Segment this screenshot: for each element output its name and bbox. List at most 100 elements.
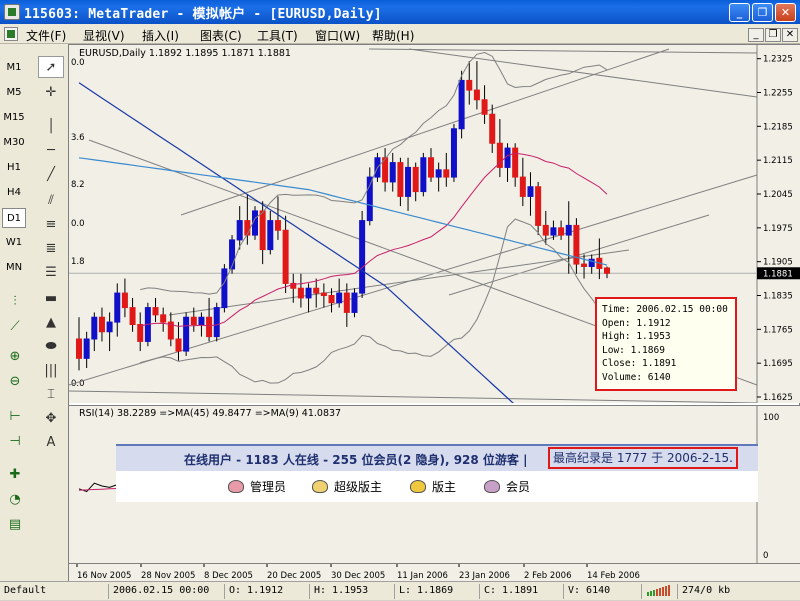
timeframe-h1[interactable]: H1 — [2, 158, 26, 178]
candle-body — [190, 316, 197, 325]
maximize-button[interactable]: ❐ — [752, 3, 773, 22]
timeframe-mn[interactable]: MN — [2, 258, 26, 278]
candle-body — [274, 220, 281, 231]
candle-body — [221, 268, 228, 309]
candle-body — [259, 210, 266, 251]
periods-clock-icon[interactable]: ◔ — [2, 489, 28, 511]
current-price-label: 1.1881 — [763, 269, 793, 279]
zoom-in-icon[interactable]: ⊕ — [2, 346, 28, 368]
timeframe-d1[interactable]: D1 — [2, 208, 26, 228]
candle-tooltip: Time: 2006.02.15 00:00 Open: 1.1912 High… — [595, 297, 737, 391]
bar-chart-icon[interactable]: ⫶ — [2, 291, 28, 313]
tooltip-high: High: 1.1953 — [602, 331, 671, 342]
price-pane[interactable]: 1.2325 1.2255 1.2185 1.2115 1.2045 1.1975 1.19… — [68, 45, 800, 490]
indicators-icon[interactable]: ✚ — [2, 464, 28, 486]
timeframe-w1[interactable]: W1 — [2, 233, 26, 253]
trend-line — [168, 249, 630, 316]
candle-body — [405, 166, 412, 197]
app-icon — [4, 4, 20, 20]
rsi-header: RSI(14) 38.2289 =>MA(45) 49.8477 =>MA(9)… — [79, 408, 342, 419]
menu-file[interactable]: 文件(F) — [26, 27, 66, 44]
minimize-button[interactable]: _ — [729, 3, 750, 22]
status-open: O: 1.1912 — [224, 584, 283, 599]
price-tick-label: 1.1765 — [763, 325, 793, 335]
crosshair-tool-icon[interactable]: ✛ — [38, 82, 64, 104]
timeframe-m1[interactable]: M1 — [2, 58, 26, 78]
mdi-minimize-button[interactable]: _ — [748, 28, 764, 42]
candle-body — [76, 338, 82, 359]
horizontal-line-icon[interactable]: ─ — [38, 140, 64, 162]
chart-shift-icon[interactable]: ⊢ — [2, 406, 28, 428]
vertical-line-icon[interactable]: │ — [38, 116, 64, 138]
connection-bars-icon — [641, 584, 677, 599]
left-toolbar: M1 M5 M15 M30 H1 H4 D1 W1 MN ➚ ✛ │ ─ ╱ ⫽… — [0, 44, 68, 581]
triangle-icon[interactable]: ▲ — [38, 312, 64, 334]
status-high: H: 1.1953 — [309, 584, 368, 599]
menu-help[interactable]: 帮助(H) — [372, 27, 414, 44]
timeframe-h4[interactable]: H4 — [2, 183, 26, 203]
date-tick-label: 20 Dec 2005 — [267, 571, 321, 581]
rectangle-icon[interactable] — [38, 265, 64, 287]
cursor-tool-icon[interactable]: ➚ — [38, 56, 64, 78]
candle-body — [389, 162, 396, 183]
rectangle-shape-icon[interactable]: ▬ — [38, 288, 64, 310]
rsi-tick-label: 0 — [763, 551, 768, 561]
date-tick-label: 30 Dec 2005 — [331, 571, 385, 581]
mod-group-icon — [410, 480, 426, 493]
timeframe-m5[interactable]: M5 — [2, 83, 26, 103]
fibo-level-label: 3.6 — [71, 133, 85, 143]
candle-body — [535, 186, 542, 226]
timeframe-m15[interactable]: M15 — [2, 108, 26, 128]
ma-lightblue-series — [78, 157, 608, 266]
date-tick-label: 28 Nov 2005 — [141, 571, 195, 581]
menu-view[interactable]: 显视(V) — [83, 27, 125, 44]
candle-body — [343, 292, 350, 313]
arrows-icon[interactable]: ✥ — [38, 408, 64, 430]
candle-body — [542, 224, 549, 236]
auto-scroll-icon[interactable]: ⊣ — [2, 431, 28, 453]
cycle-lines-icon[interactable]: ||| — [38, 360, 64, 382]
status-time: 2006.02.15 00:00 — [108, 584, 209, 599]
zoom-out-icon[interactable]: ⊖ — [2, 371, 28, 393]
candle-body — [412, 166, 419, 193]
price-tick-label: 1.2045 — [763, 190, 793, 200]
date-tick-label: 14 Feb 2006 — [587, 571, 640, 581]
close-button[interactable]: ✕ — [775, 3, 796, 22]
online-users-bar: 在线用户 - 1183 人在线 - 255 位会员(2 隐身), 928 位游客… — [116, 444, 758, 471]
mdi-restore-button[interactable]: ❐ — [765, 28, 781, 42]
channel-icon[interactable]: ⫽ — [38, 190, 64, 212]
group-member: 会员 — [484, 478, 530, 495]
line-chart-icon[interactable]: ⟋ — [2, 316, 28, 338]
menu-charts[interactable]: 图表(C) — [200, 27, 242, 44]
ellipse-icon[interactable]: ⬬ — [38, 336, 64, 358]
templates-icon[interactable]: ▤ — [2, 514, 28, 536]
rsi-axis-area — [757, 406, 800, 564]
menu-insert[interactable]: 插入(I) — [142, 27, 179, 44]
candle-body — [313, 287, 320, 294]
chart-header: EURUSD,Daily 1.1892 1.1895 1.1871 1.1881 — [79, 48, 291, 59]
group-super-mod-label: 超级版主 — [334, 480, 383, 494]
text-tool-icon[interactable]: A — [38, 432, 64, 454]
status-close: C: 1.1891 — [479, 584, 538, 599]
user-groups-legend: 管理员 超级版主 版主 会员 — [216, 476, 758, 498]
chart-window-icon[interactable] — [4, 27, 18, 41]
menu-tools[interactable]: 工具(T) — [257, 27, 298, 44]
candle-body — [581, 263, 588, 267]
menu-window[interactable]: 窗口(W) — [315, 27, 360, 44]
gann-fan-icon[interactable]: ≡ — [38, 214, 64, 236]
candle-body — [512, 147, 519, 178]
mdi-close-button[interactable]: ✕ — [782, 28, 798, 42]
tooltip-open: Open: 1.1912 — [602, 317, 671, 329]
candle-body — [129, 307, 136, 326]
timeframe-m30[interactable]: M30 — [2, 133, 26, 153]
candle-body — [366, 176, 373, 222]
fibo-time-icon[interactable]: ⌶ — [38, 384, 64, 406]
trendline-icon[interactable]: ╱ — [38, 164, 64, 186]
candle-body — [83, 338, 90, 359]
candle-body — [420, 157, 427, 193]
candle-body — [282, 229, 289, 284]
fibo-icon[interactable]: ≣ — [38, 238, 64, 260]
candle-body — [305, 287, 312, 299]
forum-overlay: 在线用户 - 1183 人在线 - 255 位会员(2 隐身), 928 位游客… — [116, 444, 758, 502]
price-tick-label: 1.1975 — [763, 224, 793, 234]
